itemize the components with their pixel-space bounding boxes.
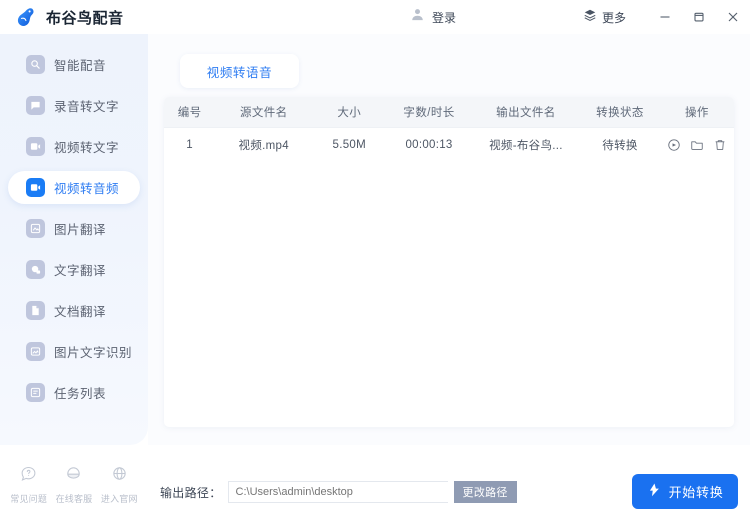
maximize-icon[interactable] [682,0,716,34]
cell-duration: 00:00:13 [405,139,453,152]
layers-icon [583,8,597,27]
globe-icon [111,465,128,487]
more-label: 更多 [601,10,626,25]
online-service-label: 在线客服 [55,494,93,504]
user-icon [410,7,425,27]
folder-icon[interactable] [690,138,704,152]
sidebar-item-document-translate[interactable]: 文档翻译 [8,294,140,327]
video-to-text-icon [26,137,45,156]
col-header-status: 转换状态 [580,97,660,128]
sidebar-item-video-to-text[interactable]: 视频转文字 [8,130,140,163]
official-site-button[interactable]: 进入官网 [97,465,141,505]
main-panel: 视频转语音 编号 源文件名 大小 字数/时长 输出文件名 转换状态 操作 1 视… [148,34,750,445]
image-translate-icon [26,219,45,238]
sidebar-item-label: 视频转文字 [54,141,120,155]
headset-icon [65,465,82,487]
video-to-audio-icon [26,178,45,197]
trash-icon[interactable] [713,138,727,152]
sidebar-item-smart-dubbing[interactable]: 智能配音 [8,48,140,81]
sidebar-item-video-to-audio[interactable]: 视频转音频 [8,171,140,204]
start-convert-button[interactable]: 开始转换 [632,474,738,509]
faq-label: 常见问题 [10,494,48,504]
online-service-button[interactable]: 在线客服 [52,465,96,505]
question-bubble-icon [20,465,37,487]
output-path-input[interactable] [227,481,448,503]
app-window: 布谷鸟配音 登录 更多 智能配音 录音转文字 视频转文字 视频转音频 图片翻译 … [0,0,750,521]
tab-video-to-speech[interactable]: 视频转语音 [180,54,299,88]
file-table: 编号 源文件名 大小 字数/时长 输出文件名 转换状态 操作 1 视频.mp4 … [164,97,734,163]
bird-logo-icon [14,5,38,29]
brand: 布谷鸟配音 [0,5,124,29]
cell-status: 待转换 [602,140,638,153]
login-label: 登录 [432,10,457,25]
cell-source: 视频.mp4 [238,140,289,153]
col-header-output: 输出文件名 [471,97,581,128]
task-list-icon [26,383,45,402]
sidebar-item-audio-to-text[interactable]: 录音转文字 [8,89,140,122]
start-convert-label: 开始转换 [668,485,724,500]
sidebar-item-label: 文档翻译 [54,305,107,319]
sidebar-item-ocr[interactable]: 图片文字识别 [8,335,140,368]
sidebar-item-label: 任务列表 [54,387,107,401]
tab-label: 视频转语音 [206,65,273,80]
sidebar-item-label: 录音转文字 [54,100,120,114]
sidebar: 智能配音 录音转文字 视频转文字 视频转音频 图片翻译 文字翻译 文档翻译 图片… [0,34,148,445]
sidebar-item-text-translate[interactable]: 文字翻译 [8,253,140,286]
document-translate-icon [26,301,45,320]
sidebar-footer: 常见问题 在线客服 进入官网 [0,445,148,521]
minimize-icon[interactable] [648,0,682,34]
cell-size: 5.50M [332,139,366,152]
text-translate-icon [26,260,45,279]
table-header-row: 编号 源文件名 大小 字数/时长 输出文件名 转换状态 操作 [164,97,734,128]
smart-dubbing-icon [26,55,45,74]
more-button[interactable]: 更多 [583,8,626,27]
col-header-index: 编号 [164,97,216,128]
bottom-bar: 输出路径： 更改路径 开始转换 [148,445,750,521]
close-icon[interactable] [716,0,750,34]
sidebar-item-label: 视频转音频 [54,182,120,196]
cell-ops [660,127,734,163]
tab-bar: 视频转语音 [180,54,299,88]
sidebar-item-label: 智能配音 [54,59,107,73]
ocr-icon [26,342,45,361]
app-title: 布谷鸟配音 [46,9,124,27]
sidebar-item-task-list[interactable]: 任务列表 [8,376,140,409]
col-header-ops: 操作 [659,97,734,128]
preview-icon[interactable] [667,138,681,152]
cell-output: 视频-布谷鸟... [489,140,563,153]
faq-button[interactable]: 常见问题 [7,465,51,505]
lightning-icon [647,482,663,501]
sidebar-item-label: 文字翻译 [54,264,107,278]
title-bar: 布谷鸟配音 登录 更多 [0,0,750,34]
cell-index: 1 [186,139,193,152]
audio-to-text-icon [26,96,45,115]
col-header-size: 大小 [312,97,387,128]
login-area[interactable]: 登录 [410,0,456,34]
col-header-source: 源文件名 [215,97,313,128]
window-controls: 更多 [583,0,750,34]
change-path-button[interactable]: 更改路径 [453,481,517,503]
official-site-label: 进入官网 [100,494,138,504]
table-row[interactable]: 1 视频.mp4 5.50M 00:00:13 视频-布谷鸟... 待转换 [164,127,734,163]
sidebar-item-label: 图片翻译 [54,223,107,237]
file-table-card: 编号 源文件名 大小 字数/时长 输出文件名 转换状态 操作 1 视频.mp4 … [164,97,734,427]
sidebar-item-label: 图片文字识别 [54,346,133,360]
sidebar-item-image-translate[interactable]: 图片翻译 [8,212,140,245]
output-path-label: 输出路径： [160,485,222,500]
col-header-duration: 字数/时长 [386,97,472,128]
output-path-row: 输出路径： 更改路径 [160,481,517,503]
